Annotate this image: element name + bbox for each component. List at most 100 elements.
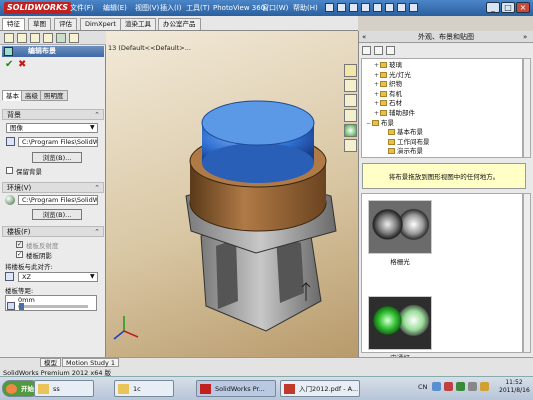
solidworks-icon xyxy=(200,384,211,394)
floor-shadow-checkbox[interactable]: ✓ xyxy=(16,251,23,258)
tab-office-products[interactable]: 办公室产品 xyxy=(158,18,201,30)
tab-advanced[interactable]: 高级 xyxy=(21,90,42,101)
folder-icon xyxy=(388,129,395,136)
pin-icon[interactable]: « xyxy=(362,33,366,41)
new-doc-icon[interactable] xyxy=(325,3,334,12)
background-browse-button[interactable]: 浏览(B)... xyxy=(32,152,82,163)
tree-node[interactable]: + 织物 xyxy=(374,80,402,89)
resources-tab-icon[interactable] xyxy=(344,64,357,77)
clock[interactable]: 11:52 2011/8/16 xyxy=(499,379,530,395)
ok-button[interactable]: ✔ xyxy=(5,60,13,70)
file-explorer-icon[interactable] xyxy=(344,94,357,107)
print-icon[interactable] xyxy=(361,3,370,12)
thumbnail-scrollbar[interactable] xyxy=(523,193,531,353)
taskbar-folder-ss[interactable]: ss xyxy=(34,380,94,397)
dropdown-arrow-icon: ▼ xyxy=(90,273,95,280)
view-palette-icon[interactable] xyxy=(344,109,357,122)
select-icon[interactable] xyxy=(385,3,394,12)
environment-group-header[interactable]: 环境(V) ⌃ xyxy=(2,182,104,193)
scene-thumb-grid-light[interactable] xyxy=(368,200,432,254)
tab-dimxpert[interactable]: DimXpert xyxy=(80,18,121,30)
tab-motion-study[interactable]: Motion Study 1 xyxy=(62,358,120,367)
rebuild-icon[interactable] xyxy=(397,3,406,12)
menu-help[interactable]: 帮助(H) xyxy=(293,3,318,13)
home-icon[interactable] xyxy=(386,46,395,55)
open-icon[interactable] xyxy=(337,3,346,12)
taskbar-folder-1c[interactable]: 1c xyxy=(114,380,174,397)
part-model[interactable] xyxy=(106,31,358,357)
slider-thumb[interactable] xyxy=(19,303,24,310)
tree-node[interactable]: + 石材 xyxy=(374,99,402,108)
background-type-select[interactable]: 图像 xyxy=(6,123,98,133)
menu-file[interactable]: 文件(F) xyxy=(70,3,94,13)
tray-icon[interactable] xyxy=(432,382,441,391)
back-icon[interactable] xyxy=(362,46,371,55)
tray-icon[interactable] xyxy=(480,382,489,391)
menu-photoview[interactable]: PhotoView 360 xyxy=(213,3,265,13)
taskbar-solidworks[interactable]: SolidWorks Pr... xyxy=(196,380,276,397)
floor-reflect-checkbox[interactable]: ✓ xyxy=(16,241,23,248)
display-manager-icon[interactable] xyxy=(56,33,66,43)
expand-pane-icon[interactable]: » xyxy=(523,33,527,41)
background-path-field[interactable]: C:\Program Files\SolidWorks C xyxy=(18,137,98,147)
tray-icon[interactable] xyxy=(444,382,453,391)
expand-icon[interactable] xyxy=(69,33,79,43)
tab-sketch[interactable]: 草图 xyxy=(28,18,51,30)
language-indicator[interactable]: CN xyxy=(418,383,427,391)
tray-icon[interactable] xyxy=(456,382,465,391)
keep-background-checkbox[interactable] xyxy=(6,167,13,174)
tab-basic[interactable]: 基本 xyxy=(2,90,23,101)
solidworks-logo[interactable]: SOLIDWORKS xyxy=(4,2,72,14)
tree-scrollbar[interactable] xyxy=(523,58,531,158)
background-group-header[interactable]: 背景 ⌃ xyxy=(2,109,104,120)
menu-view[interactable]: 视图(V) xyxy=(135,3,159,13)
tree-node-label: 辅助部件 xyxy=(389,109,415,117)
custom-properties-icon[interactable] xyxy=(344,139,357,152)
tab-render-tools[interactable]: 渲染工具 xyxy=(120,18,156,30)
appearance-tree: + 玻璃 + 光/灯光 + 织物 + 有机 + 石材 + 辅助部件 − 布景 基本布景 工作间布景 演示布景 xyxy=(361,58,523,158)
menu-window[interactable]: 窗口(W) xyxy=(262,3,288,13)
tab-features[interactable]: 特征 xyxy=(2,18,25,30)
environment-path-field[interactable]: C:\Program Files\SolidWorks C xyxy=(18,195,98,205)
undo-icon[interactable] xyxy=(373,3,382,12)
tree-node[interactable]: − 布景 xyxy=(366,119,394,128)
design-library-icon[interactable] xyxy=(344,79,357,92)
options-icon[interactable] xyxy=(409,3,418,12)
tree-node[interactable]: + 辅助部件 xyxy=(374,109,415,118)
image-file-icon xyxy=(6,137,15,146)
save-icon[interactable] xyxy=(349,3,358,12)
menu-edit[interactable]: 编辑(E) xyxy=(103,3,127,13)
tree-node-label: 演示布景 xyxy=(397,147,423,156)
environment-browse-button[interactable]: 浏览(B)... xyxy=(32,209,82,220)
tab-illumination[interactable]: 照明度 xyxy=(40,90,68,101)
tree-node[interactable]: + 光/灯光 xyxy=(374,71,411,80)
tree-node[interactable]: + 玻璃 xyxy=(374,61,402,70)
taskbar-pdf[interactable]: 入门2012.pdf - A... xyxy=(280,380,360,397)
tab-model[interactable]: 模型 xyxy=(40,358,61,367)
floor-group-header[interactable]: 楼板(F) ⌃ xyxy=(2,226,104,237)
forward-icon[interactable] xyxy=(374,46,383,55)
tray-icon[interactable] xyxy=(468,382,477,391)
close-button[interactable]: × xyxy=(516,2,530,13)
minimize-button[interactable]: _ xyxy=(486,2,500,13)
tree-node[interactable]: 演示布景 xyxy=(382,147,423,156)
scene-thumb-studio-light[interactable] xyxy=(368,296,432,350)
menu-tools[interactable]: 工具(T) xyxy=(186,3,210,13)
menu-insert[interactable]: 插入(I) xyxy=(160,3,182,13)
tree-node[interactable]: + 有机 xyxy=(374,90,402,99)
task-pane-title: 外观、布景和贴图 xyxy=(359,31,533,43)
property-manager-icon[interactable] xyxy=(17,33,27,43)
configuration-icon[interactable] xyxy=(30,33,40,43)
feature-tree-icon[interactable] xyxy=(4,33,14,43)
align-floor-select[interactable]: XZ xyxy=(18,272,98,282)
tree-node[interactable]: 基本布景 xyxy=(382,128,423,137)
maximize-button[interactable]: □ xyxy=(501,2,515,13)
floor-offset-slider[interactable] xyxy=(18,305,88,308)
offset-direction-icon[interactable] xyxy=(7,302,15,310)
dimxpert-icon[interactable] xyxy=(43,33,53,43)
cancel-button[interactable]: ✖ xyxy=(18,60,26,70)
tree-node[interactable]: 工作间布景 xyxy=(382,138,430,147)
tab-evaluate[interactable]: 评估 xyxy=(54,18,77,30)
folder-icon xyxy=(388,148,395,155)
appearances-tab-icon[interactable] xyxy=(344,124,357,137)
